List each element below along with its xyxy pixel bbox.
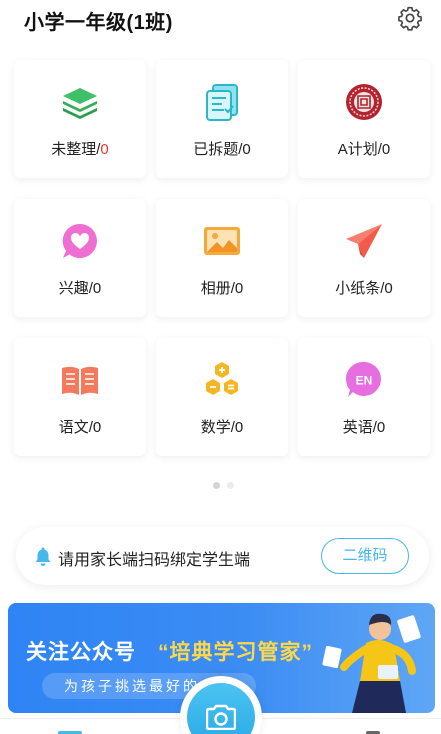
tile-label: 英语/0 xyxy=(342,419,386,436)
page-title: 小学一年级(1班) xyxy=(24,12,173,34)
teacher-illustration xyxy=(322,613,421,713)
tile-label: 兴趣/0 xyxy=(58,280,102,297)
paper-plane-icon xyxy=(346,224,382,258)
page-dot-active xyxy=(213,482,220,489)
tile-split-questions[interactable]: 已拆题/0 xyxy=(156,60,288,178)
tile-plan-a[interactable]: A计划/0 xyxy=(298,60,430,178)
tile-album[interactable]: 相册/0 xyxy=(156,199,288,317)
camera-icon xyxy=(206,704,236,730)
gear-icon[interactable] xyxy=(397,5,423,31)
heart-bubble-icon xyxy=(62,223,97,258)
svg-text:EN: EN xyxy=(356,374,373,388)
tile-unsorted[interactable]: 未整理/0 xyxy=(14,60,146,178)
open-book-icon xyxy=(62,366,98,395)
tile-label: 未整理/0 xyxy=(51,141,109,158)
tile-interests[interactable]: 兴趣/0 xyxy=(14,199,146,317)
bell-icon xyxy=(35,547,51,566)
photo-album-icon xyxy=(204,227,240,255)
math-hexagons-icon xyxy=(206,362,238,395)
tile-chinese[interactable]: 语文/0 xyxy=(14,338,146,456)
document-split-icon xyxy=(206,84,238,121)
tile-label: 相册/0 xyxy=(200,280,244,297)
bind-parent-bar: 请用家长端扫码绑定学生端 二维码 xyxy=(16,527,429,585)
stack-layers-icon xyxy=(63,88,97,119)
page-dot xyxy=(227,482,234,489)
bind-instruction: 请用家长端扫码绑定学生端 xyxy=(58,552,251,569)
header: 小学一年级(1班) xyxy=(0,0,441,40)
tile-label: A计划/0 xyxy=(337,141,391,158)
banner-title: 关注公众号 xyxy=(26,641,136,664)
tile-label: 语文/0 xyxy=(58,419,102,436)
tile-english[interactable]: EN 英语/0 xyxy=(298,338,430,456)
tile-notes[interactable]: 小纸条/0 xyxy=(298,199,430,317)
tile-label: 已拆题/0 xyxy=(193,141,251,158)
tile-label: 数学/0 xyxy=(200,419,244,436)
seal-badge-icon xyxy=(346,84,382,120)
camera-button-inner xyxy=(187,683,255,734)
qr-code-button[interactable]: 二维码 xyxy=(321,538,409,574)
tile-math[interactable]: 数学/0 xyxy=(156,338,288,456)
banner-highlight: “培典学习管家” xyxy=(158,641,313,664)
en-circle-icon: EN xyxy=(345,361,381,397)
tile-label: 小纸条/0 xyxy=(335,280,393,297)
